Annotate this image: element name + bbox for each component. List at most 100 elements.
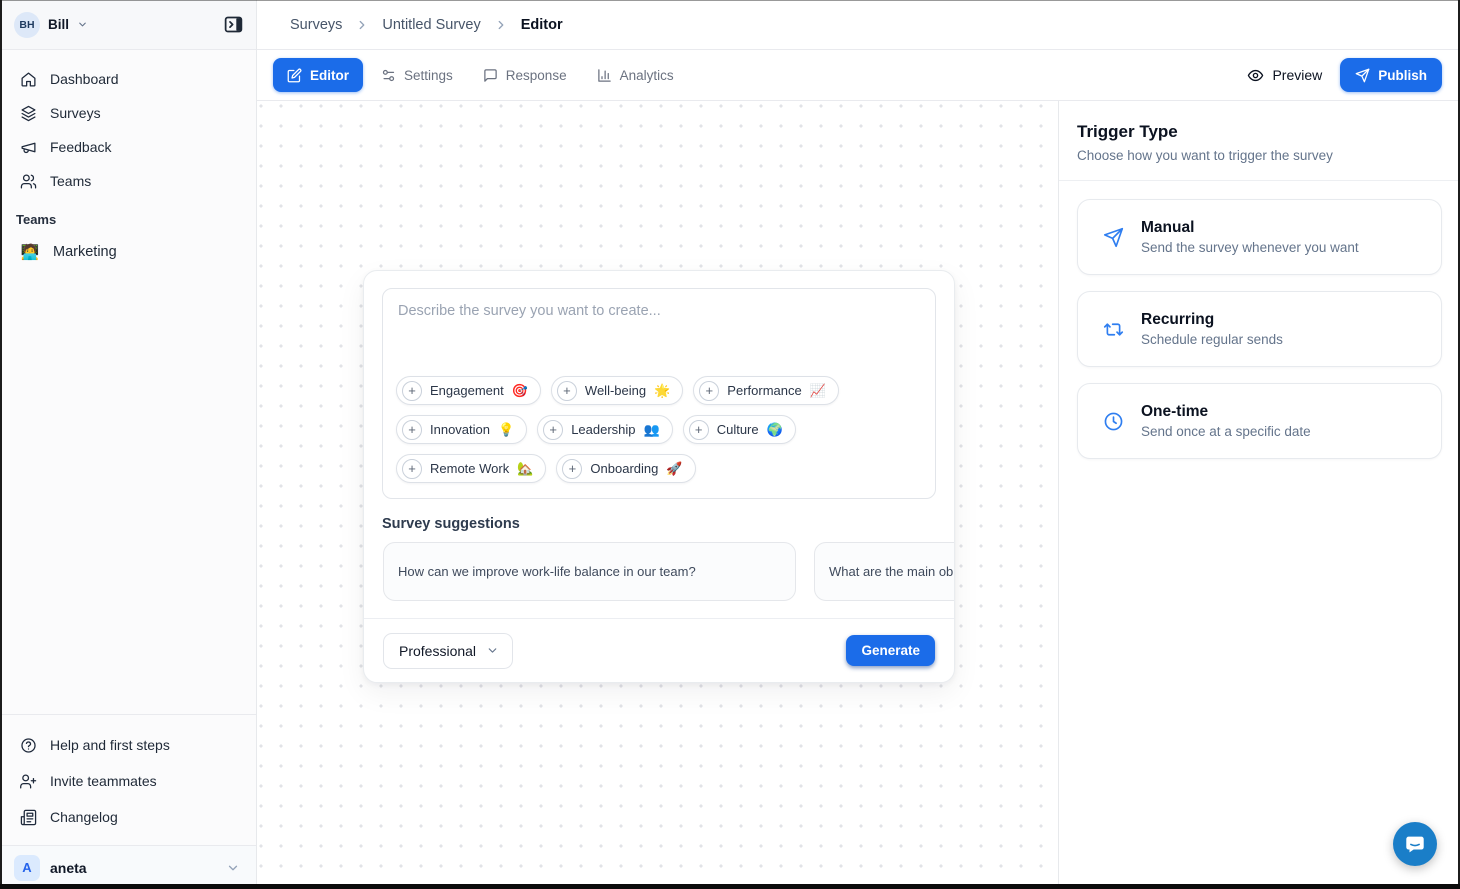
window-edge-left (0, 0, 2, 889)
breadcrumb-untitled-survey[interactable]: Untitled Survey (382, 17, 480, 33)
message-square-icon (483, 68, 498, 83)
chip-label: Leadership (571, 422, 635, 437)
team-name: Marketing (53, 244, 117, 260)
star-emoji-icon: 🌟 (654, 383, 670, 399)
tabs: Editor Settings Response Analytics (273, 58, 1247, 92)
generate-button[interactable]: Generate (846, 635, 935, 666)
breadcrumb-surveys[interactable]: Surveys (290, 17, 342, 33)
sidebar-item-label: Teams (50, 173, 91, 189)
workspace-name: Bill (48, 17, 69, 32)
breadcrumb-editor: Editor (521, 17, 563, 33)
trigger-option-recurring[interactable]: Recurring Schedule regular sends (1077, 291, 1442, 367)
trigger-option-one-time[interactable]: One-time Send once at a specific date (1077, 383, 1442, 459)
panel-title: Trigger Type (1077, 122, 1436, 142)
trigger-option-desc: Send the survey whenever you want (1141, 240, 1359, 255)
send-icon (1103, 227, 1124, 248)
suggestion-card[interactable]: What are the main ob (814, 542, 954, 601)
trigger-option-title: One-time (1141, 403, 1311, 421)
home-icon (20, 71, 37, 88)
account-menu[interactable]: A aneta (0, 845, 256, 889)
chip-label: Innovation (430, 422, 490, 437)
sidebar-item-help[interactable]: Help and first steps (0, 727, 256, 763)
rocket-emoji-icon: 🚀 (666, 461, 682, 477)
sidebar-toggle-button[interactable] (223, 14, 244, 35)
repeat-icon (1103, 319, 1124, 340)
newspaper-icon (20, 809, 37, 826)
users-icon (20, 173, 37, 190)
suggestions-title: Survey suggestions (364, 499, 954, 542)
chip-onboarding[interactable]: + Onboarding 🚀 (556, 454, 695, 483)
chevron-down-icon (77, 19, 88, 30)
tab-bar: Editor Settings Response Analytics (257, 50, 1460, 101)
plus-icon: + (562, 459, 582, 479)
sidebar-item-changelog[interactable]: Changelog (0, 799, 256, 835)
trigger-option-manual[interactable]: Manual Send the survey whenever you want (1077, 199, 1442, 275)
chevron-right-icon (355, 18, 369, 32)
chip-label: Performance (727, 383, 801, 398)
main-area: Surveys Untitled Survey Editor Editor Se… (257, 0, 1460, 889)
chip-well-being[interactable]: +Well-being🌟 (551, 376, 683, 405)
plus-icon: + (543, 420, 563, 440)
tab-label: Response (506, 68, 567, 83)
suggestions-row: How can we improve work-life balance in … (364, 542, 954, 601)
sidebar-item-label: Changelog (50, 809, 118, 825)
chip-label: Onboarding (590, 461, 658, 476)
trigger-option-text: One-time Send once at a specific date (1141, 403, 1311, 439)
chip-culture[interactable]: +Culture🌍 (683, 415, 796, 444)
content-row: +Engagement🎯 +Well-being🌟 +Performance📈 … (257, 101, 1460, 889)
plus-icon: + (557, 381, 577, 401)
plus-icon: + (402, 459, 422, 479)
tab-response[interactable]: Response (471, 58, 579, 92)
tab-analytics[interactable]: Analytics (585, 58, 686, 92)
survey-prompt-input[interactable] (383, 289, 935, 369)
tab-label: Editor (310, 68, 349, 83)
sidebar-footer: Help and first steps Invite teammates Ch… (0, 714, 256, 889)
workspace-avatar: BH (14, 12, 40, 38)
chip-engagement[interactable]: +Engagement🎯 (396, 376, 541, 405)
topic-chips: +Engagement🎯 +Well-being🌟 +Performance📈 … (383, 374, 935, 498)
tab-label: Settings (404, 68, 453, 83)
preview-label: Preview (1272, 67, 1322, 83)
chevron-down-icon (226, 861, 240, 875)
preview-button[interactable]: Preview (1247, 67, 1322, 84)
chat-launcher-button[interactable] (1393, 822, 1437, 866)
publish-label: Publish (1378, 68, 1427, 83)
trigger-options: Manual Send the survey whenever you want… (1059, 181, 1460, 477)
sidebar-item-team-marketing[interactable]: 🧑‍💻 Marketing (0, 235, 256, 269)
workspace-switcher[interactable]: BH Bill (14, 12, 88, 38)
plus-icon: + (689, 420, 709, 440)
megaphone-icon (20, 139, 37, 156)
survey-composer-card: +Engagement🎯 +Well-being🌟 +Performance📈 … (363, 270, 955, 683)
plus-icon: + (402, 381, 422, 401)
panel-toggle-icon (223, 14, 244, 35)
trigger-panel-header: Trigger Type Choose how you want to trig… (1059, 101, 1460, 181)
sidebar-item-dashboard[interactable]: Dashboard (0, 62, 256, 96)
plus-icon: + (402, 420, 422, 440)
sidebar-item-label: Feedback (50, 139, 111, 155)
tone-select[interactable]: Professional (383, 633, 513, 669)
window-edge-top (0, 0, 1460, 1)
tone-value: Professional (399, 643, 476, 659)
sidebar: BH Bill Dashboard Surveys Feedback (0, 0, 257, 889)
sidebar-nav: Dashboard Surveys Feedback Teams Teams 🧑… (0, 50, 256, 714)
sidebar-item-invite[interactable]: Invite teammates (0, 763, 256, 799)
chip-performance[interactable]: +Performance📈 (693, 376, 839, 405)
suggestion-card[interactable]: How can we improve work-life balance in … (383, 542, 796, 601)
chip-innovation[interactable]: +Innovation💡 (396, 415, 527, 444)
sidebar-item-teams[interactable]: Teams (0, 164, 256, 198)
trigger-option-desc: Schedule regular sends (1141, 332, 1283, 347)
account-name: aneta (50, 860, 216, 876)
app-window: BH Bill Dashboard Surveys Feedback (0, 0, 1460, 889)
chip-remote-work[interactable]: +Remote Work🏡 (396, 454, 546, 483)
tab-settings[interactable]: Settings (369, 58, 465, 92)
tab-editor[interactable]: Editor (273, 58, 363, 92)
sidebar-item-feedback[interactable]: Feedback (0, 130, 256, 164)
editor-canvas[interactable]: +Engagement🎯 +Well-being🌟 +Performance📈 … (257, 101, 1058, 889)
sidebar-item-surveys[interactable]: Surveys (0, 96, 256, 130)
sidebar-item-label: Surveys (50, 105, 101, 121)
chip-leadership[interactable]: +Leadership👥 (537, 415, 673, 444)
layers-icon (20, 105, 37, 122)
panel-subtitle: Choose how you want to trigger the surve… (1077, 148, 1436, 163)
publish-button[interactable]: Publish (1340, 58, 1442, 92)
prompt-input-card: +Engagement🎯 +Well-being🌟 +Performance📈 … (382, 288, 936, 499)
